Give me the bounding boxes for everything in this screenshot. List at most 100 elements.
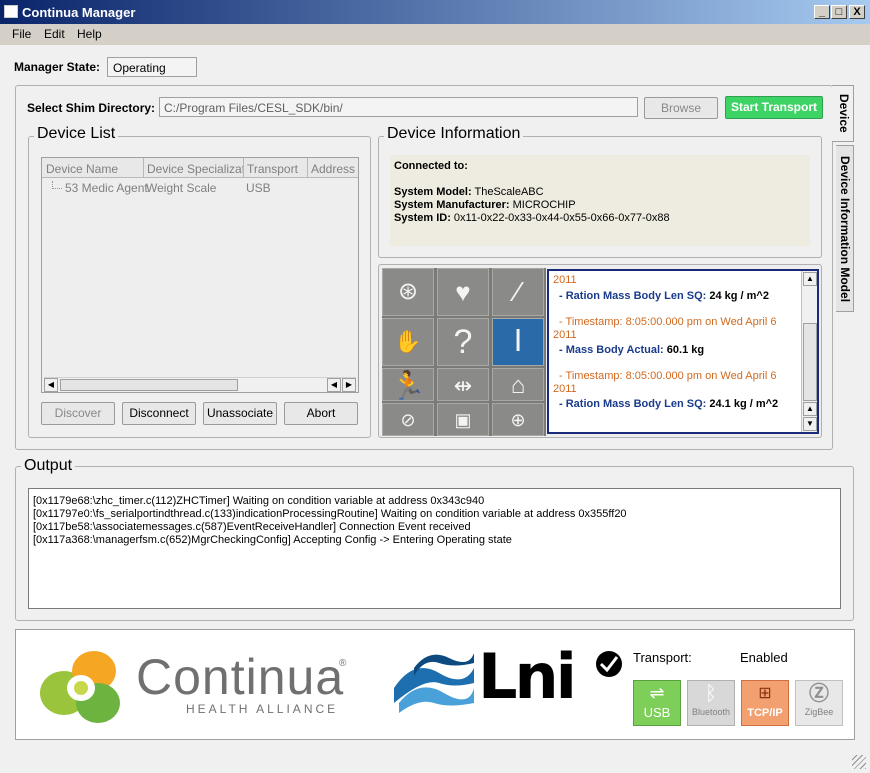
- measurement-label: - Ration Mass Body Len SQ:: [559, 398, 707, 410]
- scrollbar-thumb[interactable]: [60, 379, 238, 391]
- device-list-table[interactable]: Device Name Device Specializatio Transpo…: [41, 157, 359, 393]
- column-header-address[interactable]: Address: [308, 158, 358, 178]
- timestamp-text: 2011: [553, 383, 577, 395]
- glucose-meter-icon[interactable]: ✋: [382, 318, 434, 366]
- scroll-right-icon[interactable]: ▶: [342, 378, 356, 392]
- measurement-value: 60.1 kg: [666, 344, 705, 356]
- maximize-button[interactable]: □: [831, 5, 847, 19]
- activity-monitor-icon[interactable]: 🏃: [382, 368, 434, 401]
- tab-device-information-model[interactable]: Device Information Model: [836, 145, 854, 312]
- usb-icon: ⇌: [649, 683, 665, 703]
- unassociate-button[interactable]: Unassociate: [203, 402, 277, 425]
- disconnect-button[interactable]: Disconnect: [122, 402, 196, 425]
- peak-flow-icon[interactable]: ⊕: [492, 403, 544, 436]
- device-name-cell: 53 Medic Agent: [65, 181, 148, 195]
- strength-fitness-icon[interactable]: ⇹: [437, 368, 489, 401]
- tcpip-transport-button[interactable]: ⊞ TCP/IP: [741, 680, 789, 726]
- manager-state-label: Manager State:: [14, 60, 101, 74]
- menu-file[interactable]: File: [12, 27, 31, 41]
- horizontal-scrollbar[interactable]: ◀ ◀ ▶: [44, 377, 356, 392]
- vertical-scrollbar[interactable]: ▲ ▲ ▼: [801, 271, 817, 432]
- pulse-oximeter-icon[interactable]: ▣: [437, 403, 489, 436]
- system-manufacturer-value: MICROCHIP: [512, 199, 576, 211]
- blood-pressure-icon[interactable]: ⊛: [382, 268, 434, 316]
- column-header-device-specialization[interactable]: Device Specializatio: [144, 158, 244, 178]
- minimize-button[interactable]: _: [814, 5, 830, 19]
- title-bar: Continua Manager _ □ X: [0, 0, 870, 24]
- device-information-title: Device Information: [384, 125, 524, 143]
- footer-banner: Continua ® HEALTH ALLIANCE Lni Transport…: [15, 629, 855, 740]
- window-title: Continua Manager: [22, 5, 136, 20]
- measurement-label: - Ration Mass Body Len SQ:: [559, 290, 707, 302]
- discover-button[interactable]: Discover: [41, 402, 115, 425]
- menu-edit[interactable]: Edit: [44, 27, 65, 41]
- zigbee-icon: Ⓩ: [809, 683, 829, 705]
- continua-subtitle: HEALTH ALLIANCE: [186, 702, 339, 716]
- scroll-down-icon[interactable]: ▼: [803, 417, 817, 431]
- independent-living-icon[interactable]: ⌂: [492, 368, 544, 401]
- network-icon: ⊞: [758, 685, 772, 702]
- resize-grip-icon[interactable]: [852, 755, 866, 769]
- app-icon: [4, 5, 18, 18]
- lni-waves-icon: [394, 653, 474, 713]
- abort-button[interactable]: Abort: [284, 402, 358, 425]
- continua-brand: Continua: [136, 649, 345, 705]
- browse-button[interactable]: Browse: [644, 97, 718, 119]
- log-line: [0x1179e68:\zhc_timer.c(112)ZHCTimer] Wa…: [33, 495, 485, 507]
- system-id-value: 0x11-0x22-0x33-0x44-0x55-0x66-0x77-0x88: [453, 212, 670, 224]
- lni-brand: Lni: [478, 640, 577, 713]
- output-log[interactable]: [0x1179e68:\zhc_timer.c(112)ZHCTimer] Wa…: [28, 488, 841, 609]
- system-id-label: System ID:: [394, 212, 451, 224]
- column-header-transport[interactable]: Transport: [244, 158, 308, 178]
- close-button[interactable]: X: [849, 5, 865, 19]
- heart-rate-icon[interactable]: ♥: [437, 268, 489, 316]
- weight-scale-icon[interactable]: Ⅰ: [492, 318, 544, 366]
- continua-logo-icon: [40, 651, 120, 723]
- scroll-left-icon[interactable]: ◀: [327, 378, 341, 392]
- scroll-up-icon[interactable]: ▲: [803, 272, 817, 286]
- system-model-label: System Model:: [394, 186, 472, 198]
- log-line: [0x117a368:\managerfsm.c(652)MgrChecking…: [33, 534, 512, 546]
- unknown-device-icon[interactable]: ?: [437, 318, 489, 366]
- measurement-log[interactable]: 2011 - Ration Mass Body Len SQ: 24 kg / …: [547, 269, 819, 434]
- log-line: [0x11797e0:\fs_serialportindthread.c(133…: [33, 508, 627, 520]
- usb-transport-button[interactable]: ⇌ USB: [633, 680, 681, 726]
- measurement-value: 24.1 kg / m^2: [709, 398, 779, 410]
- medication-icon[interactable]: ⊘: [382, 403, 434, 436]
- measurement-value: 24 kg / m^2: [709, 290, 769, 302]
- output-title: Output: [21, 457, 76, 475]
- scroll-up-icon[interactable]: ▲: [803, 402, 817, 416]
- scroll-left-icon[interactable]: ◀: [44, 378, 58, 392]
- log-line: [0x117be58:\associatemessages.c(587)Even…: [33, 521, 471, 533]
- menu-bar: File Edit Help: [0, 24, 870, 44]
- device-transport-cell: USB: [246, 181, 271, 195]
- device-type-grid: ⊛ ♥ ⁄ ✋ ? Ⅰ 🏃 ⇹ ⌂ ⊘ ▣ ⊕: [382, 268, 546, 436]
- device-spec-cell: Weight Scale: [146, 181, 217, 195]
- column-header-device-name[interactable]: Device Name: [42, 158, 144, 178]
- measurement-label: - Mass Body Actual:: [559, 344, 664, 356]
- device-list-header: Device Name Device Specializatio Transpo…: [42, 158, 358, 178]
- start-transport-button[interactable]: Start Transport: [725, 96, 823, 119]
- device-information-panel: Connected to: System Model: TheScaleABC …: [390, 155, 810, 246]
- scrollbar-thumb[interactable]: [803, 323, 817, 401]
- system-manufacturer-label: System Manufacturer:: [394, 199, 510, 211]
- zigbee-transport-button[interactable]: Ⓩ ZigBee: [795, 680, 843, 726]
- registered-mark: ®: [339, 658, 347, 669]
- timestamp-text: 2011: [553, 329, 577, 341]
- system-model-value: TheScaleABC: [474, 186, 544, 198]
- tree-branch-icon: [52, 181, 62, 189]
- manager-state-field: Operating: [107, 57, 197, 77]
- shim-directory-label: Select Shim Directory:: [27, 101, 156, 115]
- check-badge-icon: [596, 651, 622, 677]
- connected-to-label: Connected to:: [394, 160, 468, 172]
- shim-directory-input[interactable]: C:/Program Files/CESL_SDK/bin/: [159, 97, 638, 117]
- table-row[interactable]: 53 Medic Agent Weight Scale USB: [42, 179, 358, 195]
- transport-label: Transport:: [633, 650, 692, 665]
- timestamp-text: - Timestamp: 8:05:00.000 pm on Wed April…: [559, 316, 777, 328]
- timestamp-text: 2011: [553, 274, 577, 286]
- menu-help[interactable]: Help: [77, 27, 102, 41]
- thermometer-icon[interactable]: ⁄: [492, 268, 544, 316]
- bluetooth-transport-button[interactable]: ᛒ Bluetooth: [687, 680, 735, 726]
- tab-device[interactable]: Device: [832, 85, 854, 142]
- enabled-label: Enabled: [740, 650, 788, 665]
